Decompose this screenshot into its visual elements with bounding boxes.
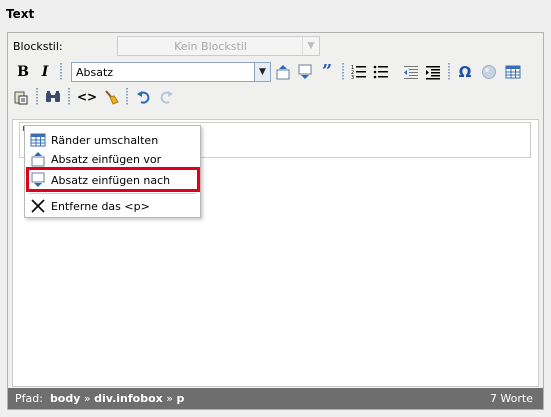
ordered-list-icon: 1 2 3 (351, 65, 366, 80)
italic-button[interactable]: I (36, 63, 54, 81)
format-select-value: Absatz (76, 66, 114, 79)
path-label: Pfad: (15, 392, 43, 405)
remove-icon (25, 199, 51, 213)
toolbar-separator (342, 63, 344, 81)
bold-icon: B (17, 64, 29, 80)
blockstil-select-value: Kein Blockstil (174, 40, 247, 53)
highlight-box (26, 167, 200, 192)
insert-paragraph-before-button[interactable] (274, 63, 292, 81)
path-item-body[interactable]: body (50, 392, 80, 405)
rich-text-editor: Blockstil: Kein Blockstil ▼ B I Absatz ▼… (7, 32, 544, 410)
unordered-list-button[interactable] (372, 63, 390, 81)
insert-paragraph-after-icon (298, 64, 312, 79)
ordered-list-button[interactable]: 1 2 3 (350, 63, 368, 81)
element-path: Pfad: body » div.infobox » p (15, 392, 184, 405)
insert-paragraph-after-button[interactable] (296, 63, 314, 81)
unordered-list-icon (373, 65, 388, 79)
outdent-button[interactable] (402, 63, 420, 81)
insert-paragraph-before-icon (25, 151, 51, 167)
path-separator: » (83, 392, 91, 405)
table-borders-icon (25, 133, 51, 147)
blockquote-icon: ” (321, 61, 333, 82)
path-item-infobox[interactable]: div.infobox (94, 392, 163, 405)
svg-text:3: 3 (351, 75, 354, 80)
table-icon (505, 65, 521, 79)
special-char-icon: Ω (458, 63, 472, 81)
path-item-p[interactable]: p (176, 392, 184, 405)
menu-item-remove-paragraph[interactable]: Entferne das <p> (25, 196, 200, 216)
blockstil-label: Blockstil: (13, 40, 63, 53)
chevron-down-icon: ▼ (254, 63, 270, 81)
status-bar: Pfad: body » div.infobox » p 7 Worte (8, 388, 543, 409)
bold-button[interactable]: B (14, 63, 32, 81)
menu-item-label: Entferne das <p> (51, 199, 150, 213)
outdent-icon (404, 66, 418, 79)
redo-button[interactable] (158, 88, 176, 106)
image-button[interactable] (480, 63, 498, 81)
image-icon (482, 65, 496, 79)
indent-icon (426, 66, 440, 80)
blockstil-select[interactable]: Kein Blockstil ▼ (117, 36, 320, 56)
undo-button[interactable] (134, 88, 152, 106)
source-code-button[interactable]: <> (76, 88, 98, 106)
section-title: Text (6, 7, 35, 21)
word-count: 7 Worte (489, 392, 533, 405)
menu-item-insert-paragraph-before[interactable]: Absatz einfügen vor (25, 149, 200, 169)
toolbar-separator (68, 88, 70, 106)
table-button[interactable] (504, 63, 522, 81)
redo-icon (160, 91, 173, 104)
italic-icon: I (41, 64, 49, 80)
paste-icon (14, 91, 28, 105)
toolbar-separator (60, 63, 62, 81)
toolbar-separator (36, 88, 38, 106)
paste-button[interactable] (12, 88, 30, 106)
toolbar-separator (126, 88, 128, 106)
menu-divider (29, 193, 196, 194)
menu-item-label: Ränder umschalten (51, 133, 159, 147)
cleanup-icon (105, 90, 119, 105)
indent-button[interactable] (424, 63, 442, 81)
chevron-down-icon: ▼ (302, 37, 319, 55)
find-icon (46, 91, 60, 102)
menu-item-label: Absatz einfügen vor (51, 152, 162, 166)
cleanup-button[interactable] (102, 88, 120, 106)
path-separator: » (166, 392, 173, 405)
special-char-button[interactable]: Ω (456, 63, 474, 81)
format-select[interactable]: Absatz ▼ (71, 62, 271, 82)
undo-icon (137, 91, 150, 104)
toolbar-separator (448, 63, 450, 81)
find-button[interactable] (44, 88, 62, 106)
blockquote-button[interactable]: ” (318, 63, 336, 81)
insert-paragraph-before-icon (276, 65, 290, 80)
source-code-icon: <> (76, 90, 98, 104)
menu-item-toggle-borders[interactable]: Ränder umschalten (25, 130, 200, 150)
